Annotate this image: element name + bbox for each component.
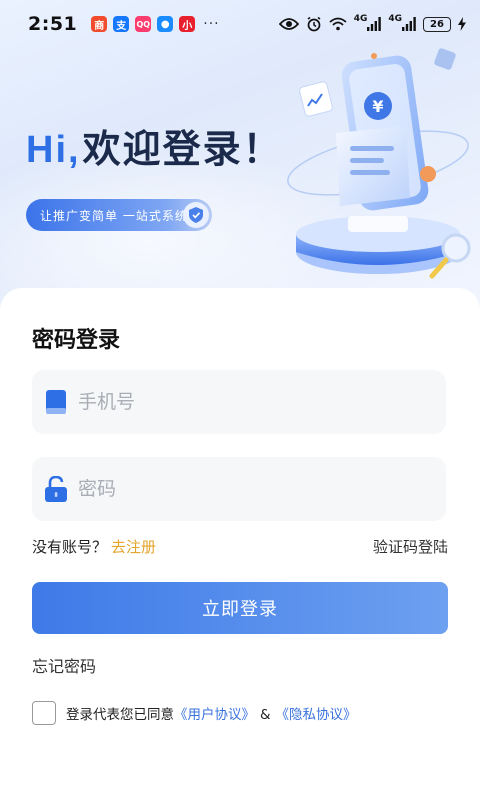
app-notification-icon-5: 小	[179, 16, 196, 32]
forgot-password-link[interactable]: 忘记密码	[32, 653, 96, 677]
status-bar: 2:51 商 支 QQ ● 小 ··· 4G 4G 26	[0, 0, 480, 48]
hero-banner: 2:51 商 支 QQ ● 小 ··· 4G 4G 26 Hi, 欢迎登录！ 让…	[0, 0, 480, 330]
app-notification-icon-4: ●	[157, 16, 174, 32]
account-links-row: 没有账号？ 去注册 验证码登陆	[32, 536, 448, 557]
alipay-notification-icon: 支	[113, 16, 130, 32]
alarm-icon	[306, 16, 322, 32]
tagline-text: 让推广变简单 一站式系统	[40, 208, 188, 223]
sms-login-link[interactable]: 验证码登陆	[373, 536, 448, 557]
finance-phone-illustration: ¥	[287, 48, 471, 279]
phone-field[interactable]	[32, 370, 446, 434]
notification-icons: 商 支 QQ ● 小 ···	[91, 16, 219, 32]
tagline-pill: 让推广变简单 一站式系统	[26, 199, 212, 231]
agreement-text: 登录代表您已同意《用户协议》 & 《隐私协议》	[66, 703, 357, 723]
shield-check-icon	[183, 202, 209, 228]
no-account-label: 没有账号？	[32, 538, 108, 556]
signal-icon-2: 4G	[388, 14, 416, 31]
password-input[interactable]	[78, 457, 446, 521]
charging-bolt-icon	[458, 17, 466, 31]
wifi-icon	[329, 17, 347, 31]
user-agreement-link[interactable]: 《用户协议》	[174, 707, 255, 723]
page-title: 密码登录	[32, 328, 121, 353]
app-notification-icon-3: QQ	[135, 16, 152, 32]
welcome-heading: Hi, 欢迎登录！	[26, 118, 283, 173]
password-field[interactable]	[32, 457, 446, 521]
phone-input[interactable]	[78, 370, 446, 434]
agreement-row: 登录代表您已同意《用户协议》 & 《隐私协议》	[32, 701, 357, 725]
network-type-label: 4G	[388, 14, 402, 24]
system-icons: 4G 4G 26	[278, 14, 466, 32]
lock-icon	[44, 476, 68, 502]
phone-icon	[44, 390, 68, 414]
battery-indicator: 26	[423, 16, 451, 32]
network-type-label: 4G	[353, 14, 368, 24]
more-notifications-icon: ···	[203, 16, 220, 32]
agreement-prefix: 登录代表您已同意	[66, 707, 174, 723]
register-link[interactable]: 去注册	[111, 536, 156, 557]
eye-icon	[278, 17, 299, 31]
status-time: 2:51	[28, 13, 78, 35]
signal-icon-1: 4G	[353, 14, 382, 31]
currency-symbol: ¥	[372, 97, 383, 116]
login-button[interactable]: 立即登录	[32, 582, 448, 634]
hi-text: Hi,	[26, 129, 81, 171]
ampersand-text: &	[260, 707, 271, 723]
app-notification-icon-1: 商	[91, 16, 108, 32]
agreement-checkbox[interactable]	[32, 701, 56, 725]
welcome-text: 欢迎登录！	[82, 127, 283, 171]
login-card: 密码登录 没有账号？ 去注册 验证码登陆 立即登录 忘记密码 登录代表您已同意《…	[0, 288, 480, 800]
privacy-policy-link[interactable]: 《隐私协议》	[276, 707, 357, 723]
